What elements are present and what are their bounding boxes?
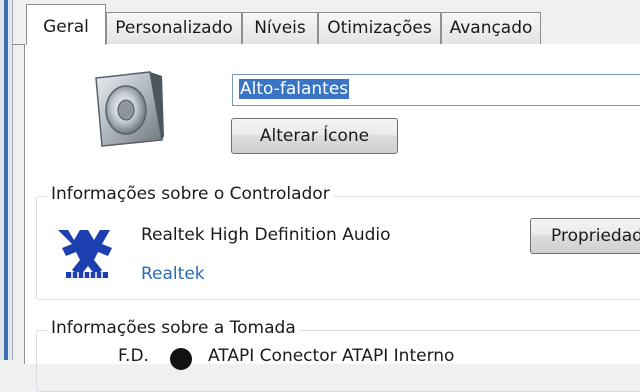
device-name-text: Alto-falantes (239, 79, 350, 99)
device-name-input[interactable]: Alto-falantes (232, 74, 640, 106)
tab-niveis[interactable]: Níveis (242, 12, 318, 44)
change-icon-button[interactable]: Alterar Ícone (231, 118, 398, 154)
tab-avancado[interactable]: Avançado (441, 12, 541, 44)
controller-group-title: Informações sobre o Controlador (47, 184, 334, 204)
tab-geral[interactable]: Geral (26, 4, 106, 45)
tab-personalizado[interactable]: Personalizado (106, 12, 242, 44)
controller-name: Realtek High Definition Audio (141, 225, 391, 245)
window-left-edge (0, 0, 13, 360)
realtek-logo-icon (54, 226, 120, 282)
speaker-icon (92, 70, 166, 148)
jack-position: F.D. (118, 346, 149, 366)
jack-description: ATAPI Conector ATAPI Interno (208, 346, 455, 366)
window-frame (4, 0, 8, 360)
controller-vendor-link[interactable]: Realtek (141, 264, 205, 284)
tab-otimizacoes[interactable]: Otimizações (318, 12, 441, 44)
jack-group-title: Informações sobre a Tomada (47, 318, 300, 338)
properties-button[interactable]: Propriedades (530, 218, 640, 254)
jack-color-dot (170, 348, 192, 370)
tab-strip: Geral Personalizado Níveis Otimizações A… (12, 0, 640, 45)
